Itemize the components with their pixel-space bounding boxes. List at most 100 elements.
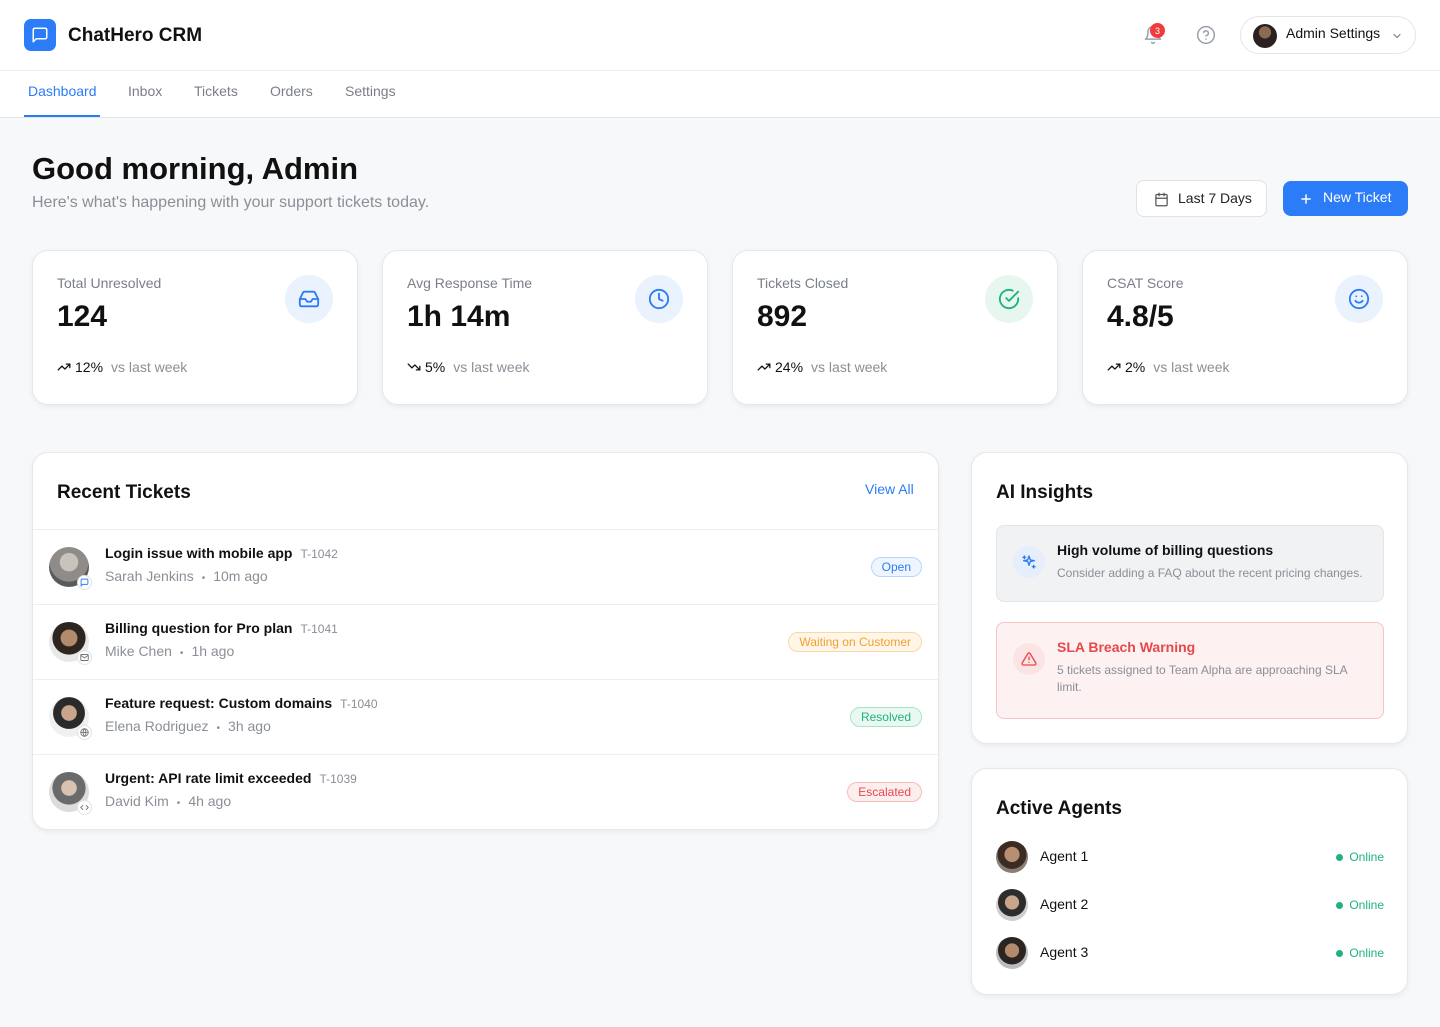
date-range-label: Last 7 Days [1178,190,1252,206]
trend-up-icon [57,363,71,371]
active-tab-indicator [24,115,100,117]
active-agents-panel: Active Agents Agent 1 Online Agent 2 Onl… [971,768,1408,995]
stat-trend: 2% vs last week [1107,359,1229,375]
ticket-title: Urgent: API rate limit exceeded T-1039 [105,770,357,786]
insight-card-sla[interactable]: SLA Breach Warning 5 tickets assigned to… [996,622,1384,719]
warning-icon [1013,643,1045,675]
stat-trend: 24% vs last week [757,359,887,375]
list-item[interactable]: Agent 1 Online [996,841,1384,873]
avatar [1253,24,1277,48]
status-badge: Open [870,557,922,577]
separator-dot: • [216,723,221,734]
stat-card-response-time: Avg Response Time 1h 14m 5% vs last week [382,250,708,405]
panel-title: Active Agents [996,798,1122,819]
status-text: Online [1349,946,1384,960]
tab-orders[interactable]: Orders [270,83,313,99]
stat-card-tickets-closed: Tickets Closed 892 24% vs last week [732,250,1058,405]
agent-name: Agent 3 [1040,944,1089,960]
ticket-title-text: Urgent: API rate limit exceeded [105,770,312,786]
mail-icon [77,650,92,665]
status-badge: Waiting on Customer [788,632,922,652]
ticket-id: T-1041 [300,622,338,636]
insight-description: Consider adding a FAQ about the recent p… [1057,566,1363,580]
avatar [996,937,1028,969]
ticket-id: T-1039 [319,772,357,786]
inbox-icon [285,275,333,323]
ai-insights-panel: AI Insights High volume of billing quest… [971,452,1408,744]
agent-name: Agent 2 [1040,896,1089,912]
trend-up-icon [757,363,771,371]
tab-dashboard[interactable]: Dashboard [28,83,97,99]
stat-label: CSAT Score [1107,275,1184,291]
insight-description: 5 tickets assigned to Team Alpha are app… [1057,663,1347,694]
ticket-title: Feature request: Custom domains T-1040 [105,695,378,711]
status-badge: Escalated [847,782,922,802]
stat-compare: vs last week [811,359,888,375]
chat-bubble-icon [32,27,48,43]
calendar-icon [1155,192,1168,207]
app-logo[interactable] [24,19,56,51]
top-header: ChatHero CRM 3 Admin Settings [0,0,1440,71]
admin-settings-button[interactable]: Admin Settings [1240,16,1416,54]
tab-inbox[interactable]: Inbox [128,83,162,99]
list-item[interactable]: Agent 2 Online [996,889,1384,921]
clock-icon [635,275,683,323]
plus-icon [1301,194,1311,204]
separator-dot: • [179,648,184,659]
status-dot [1336,853,1344,861]
stat-value: 4.8/5 [1107,300,1174,333]
ticket-meta: Elena Rodriguez • 3h ago [105,718,271,734]
globe-icon [77,725,92,740]
new-ticket-button[interactable]: New Ticket [1283,181,1408,216]
insight-card-billing[interactable]: High volume of billing questions Conside… [996,525,1384,602]
stat-label: Avg Response Time [407,275,533,291]
list-item[interactable]: Agent 3 Online [996,937,1384,969]
status-badge: Online [1336,946,1384,960]
ticket-title-text: Billing question for Pro plan [105,620,293,636]
ticket-title-text: Feature request: Custom domains [105,695,333,711]
status-text: Online [1349,850,1384,864]
table-row[interactable]: Login issue with mobile app T-1042 Sarah … [33,530,938,605]
stat-change: 12% [75,359,104,375]
status-badge: Online [1336,850,1384,864]
agent-name: Agent 1 [1040,848,1089,864]
tab-tickets[interactable]: Tickets [194,83,238,99]
app-name: ChatHero CRM [68,25,203,46]
help-icon[interactable] [1196,25,1216,45]
customer-name: Elena Rodriguez [105,718,209,734]
chevron-down-icon [1393,33,1401,39]
stat-label: Total Unresolved [57,275,162,291]
view-all-link[interactable]: View All [865,481,914,497]
ticket-time: 10m ago [213,568,268,584]
ticket-meta: David Kim • 4h ago [105,793,231,809]
status-dot [1336,901,1344,909]
notification-badge: 3 [1150,23,1165,38]
stat-value: 124 [57,300,108,333]
stat-card-unresolved: Total Unresolved 124 12% vs last week [32,250,358,405]
table-row[interactable]: Feature request: Custom domains T-1040 El… [33,680,938,755]
ticket-meta: Sarah Jenkins • 10m ago [105,568,268,584]
ticket-id: T-1042 [300,547,338,561]
stat-value: 892 [757,300,808,333]
date-range-button[interactable]: Last 7 Days [1136,180,1267,217]
stat-trend: 5% vs last week [407,359,529,375]
separator-dot: • [201,573,206,584]
table-row[interactable]: Urgent: API rate limit exceeded T-1039 Da… [33,755,938,830]
main-nav: Dashboard Inbox Tickets Orders Settings [0,71,1440,118]
admin-settings-label: Admin Settings [1286,25,1381,41]
customer-name: Mike Chen [105,643,172,659]
smile-icon [1335,275,1383,323]
stat-compare: vs last week [111,359,188,375]
tab-settings[interactable]: Settings [345,83,396,99]
table-row[interactable]: Billing question for Pro plan T-1041 Mike… [33,605,938,680]
status-text: Online [1349,898,1384,912]
check-circle-icon [985,275,1033,323]
panel-title: Recent Tickets [57,482,191,503]
panel-title: AI Insights [996,482,1094,503]
ticket-time: 3h ago [228,718,271,734]
insight-title: High volume of billing questions [1057,542,1274,558]
sparkles-icon [1013,546,1045,578]
trend-down-icon [407,363,421,371]
stat-change: 2% [1125,359,1146,375]
customer-name: David Kim [105,793,169,809]
